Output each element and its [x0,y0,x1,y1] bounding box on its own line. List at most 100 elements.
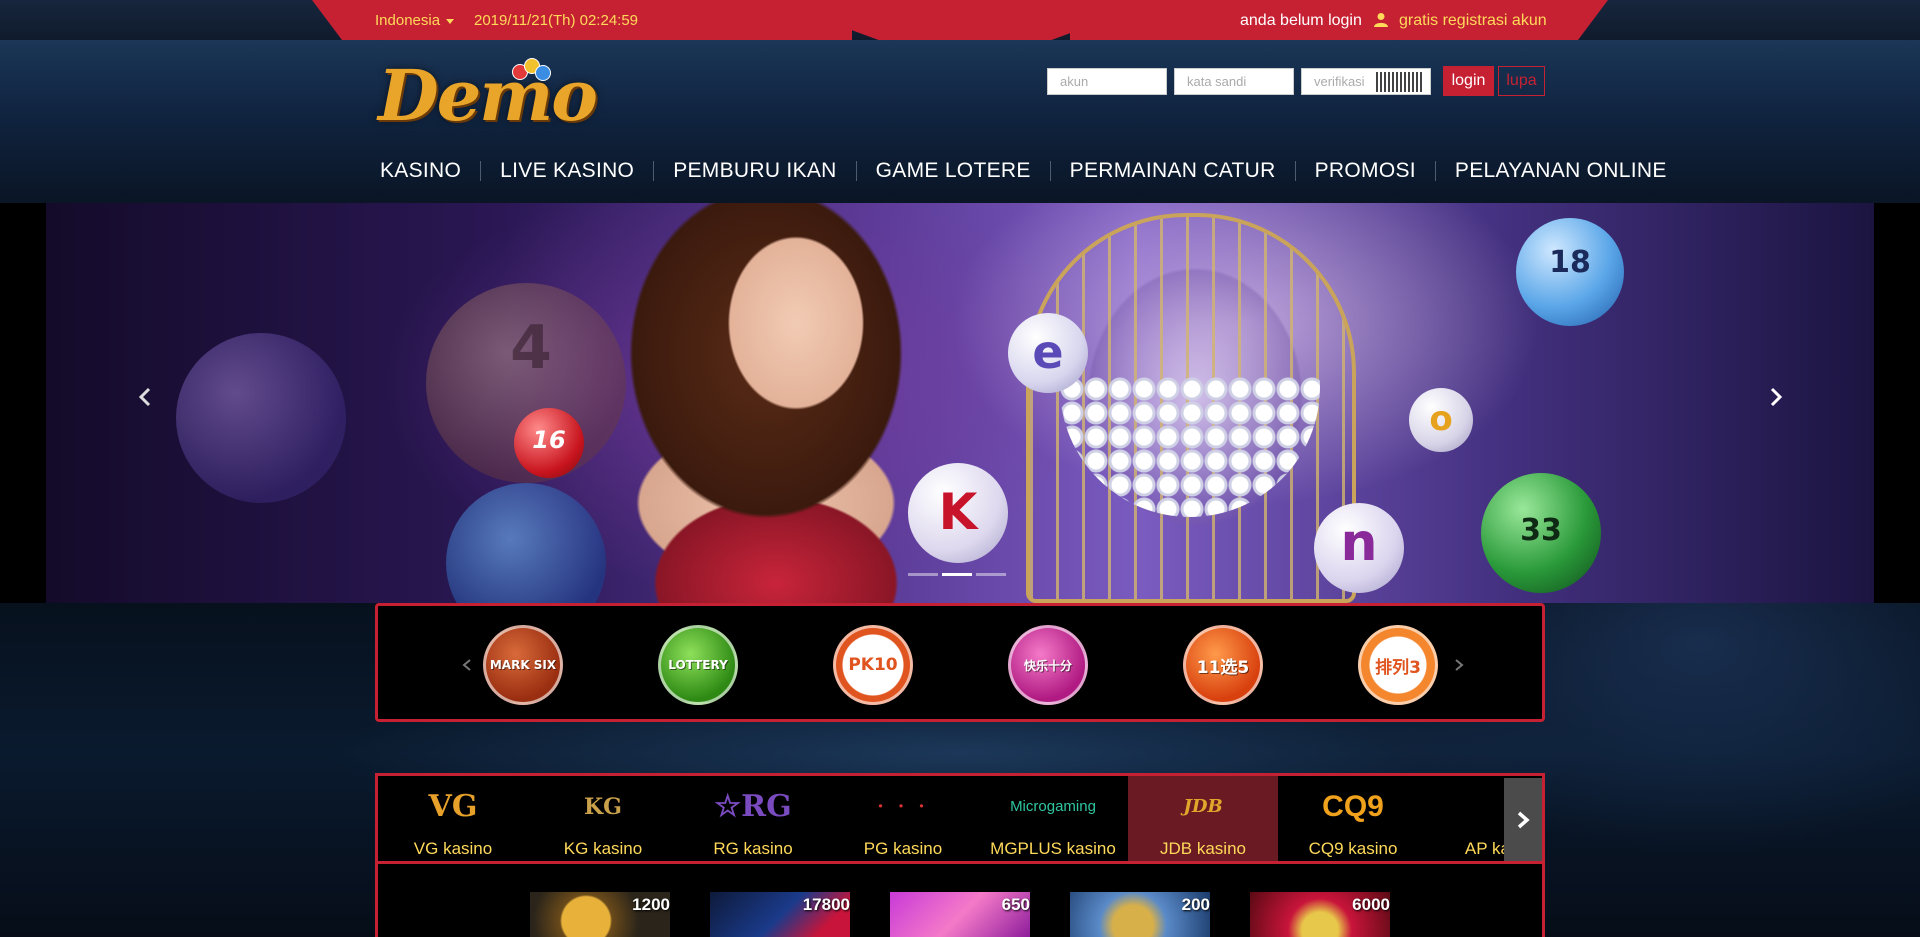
chevron-left-icon [462,659,471,671]
jackpot-value: 17800 [802,895,850,914]
datetime: 2019/11/21(Th) 02:24:59 [474,12,639,29]
login-button[interactable]: login [1443,66,1494,96]
lottery-label: LOTTERY [668,658,728,672]
ball-label: e [1032,325,1064,379]
captcha-image[interactable] [1376,72,1424,92]
microgaming-logo-icon: Microgaming [1010,798,1096,815]
password-input[interactable] [1174,68,1294,95]
jackpot-value: 1200 [632,895,670,914]
ball-label: 16 [532,426,566,454]
chevron-right-icon [1517,811,1530,828]
lottery-prev-button[interactable] [461,658,473,672]
lottery-label: 快乐十分 [1023,658,1072,673]
ball-label: o [1429,399,1453,439]
jdb-logo-icon: JDB [1183,796,1223,817]
user-icon [1374,13,1388,27]
nav-permainan-catur[interactable]: PERMAINAN CATUR [1070,159,1276,183]
nav-promosi[interactable]: PROMOSI [1315,159,1416,183]
jackpot-value: 6000 [1352,895,1390,914]
tab-mgplus-kasino[interactable]: Microgaming MGPLUS kasino [978,776,1128,861]
casino-tabs-next-button[interactable] [1504,778,1542,861]
lottery-pk10-icon[interactable]: PK10 [833,625,913,705]
kg-logo-icon: KG [584,794,622,820]
ball-label: 4 [510,313,552,383]
tab-label: KG kasino [563,839,643,858]
nav-divider [855,161,857,181]
casino-panel: VG VG kasino KG KG kasino ☆RG RG kasino … [375,773,1545,937]
lottery-ssc-icon[interactable]: LOTTERY [658,625,738,705]
rg-logo-icon: ☆RG [714,789,792,824]
tab-vg-kasino[interactable]: VG VG kasino [378,776,528,861]
nav-divider [653,161,655,181]
game-thumbnail[interactable]: 6000 [1250,892,1390,937]
lottery-label: 排列3 [1375,657,1421,678]
lottery-11x5-icon[interactable]: 11选5 [1183,625,1263,705]
ball-label: 18 [1549,245,1591,280]
lottery-mark-six-icon[interactable]: MARK SIX [483,625,563,705]
lottery-carousel: MARK SIX LOTTERY PK10 快乐十分 11选5 排列3 [375,603,1545,722]
banner-next-button[interactable] [1766,387,1786,407]
tab-pg-kasino[interactable]: · · · PG kasino [828,776,978,861]
banner-prev-button[interactable] [135,387,155,407]
banner-pagination [908,573,1006,576]
tab-cq9-kasino[interactable]: CQ9 CQ9 kasino [1278,776,1428,861]
banner-dot[interactable] [976,573,1006,576]
ball-label: K [938,483,978,541]
lottery-ball-image [176,333,346,503]
logo-ball-icon [535,65,551,81]
vg-logo-icon: VG [428,789,478,824]
account-input[interactable] [1047,68,1167,95]
top-bar: Indonesia 2019/11/21(Th) 02:24:59 anda b… [0,0,1920,72]
language-label: Indonesia [375,12,441,29]
nav-divider [480,161,482,181]
game-thumbnail[interactable]: 1200 [530,892,670,937]
ball-label: 33 [1520,513,1562,548]
game-thumbnail[interactable]: 650 [890,892,1030,937]
nav-divider [1434,161,1436,181]
cq9-logo-icon: CQ9 [1322,790,1384,823]
chevron-right-icon [1455,659,1464,671]
lottery-next-button[interactable] [1453,658,1465,672]
banner-dot[interactable] [908,573,938,576]
pg-logo-icon: · · · [877,796,929,817]
lottery-label: PK10 [848,655,898,675]
login-status: anda belum login [1240,12,1362,29]
chevron-right-icon [1770,387,1783,407]
caret-down-icon [446,18,455,24]
tab-jdb-kasino[interactable]: JDB JDB kasino [1128,776,1278,861]
banner-dot[interactable] [942,573,972,576]
nav-kasino[interactable]: KASINO [380,159,461,183]
lottery-happy-ten-icon[interactable]: 快乐十分 [1008,625,1088,705]
jackpot-value: 650 [1001,895,1030,914]
tab-label: MGPLUS kasino [990,839,1116,858]
nav-game-lotere[interactable]: GAME LOTERE [876,159,1031,183]
register-link[interactable]: gratis registrasi akun [1399,12,1547,30]
tab-kg-kasino[interactable]: KG KG kasino [528,776,678,861]
nav-divider [1294,161,1296,181]
hero-banner[interactable]: 16 e K o n 18 33 4 [46,203,1874,603]
main-nav: KASINO LIVE KASINO PEMBURU IKAN GAME LOT… [380,156,1667,186]
language-selector[interactable]: Indonesia [375,12,455,29]
nav-pemburu-ikan[interactable]: PEMBURU IKAN [673,159,836,183]
tab-rg-kasino[interactable]: ☆RG RG kasino [678,776,828,861]
site-logo[interactable]: Demo [378,56,598,136]
forgot-password-button[interactable]: lupa [1498,66,1545,96]
jackpot-value: 200 [1181,895,1210,914]
chevron-left-icon [138,387,151,407]
banner-model-image [526,203,946,603]
nav-divider [1049,161,1051,181]
casino-provider-tabs: VG VG kasino KG KG kasino ☆RG RG kasino … [378,776,1542,864]
game-thumbnail[interactable]: 17800 [710,892,850,937]
tab-label: JDB kasino [1160,839,1246,858]
nav-pelayanan-online[interactable]: PELAYANAN ONLINE [1455,159,1667,183]
nav-live-kasino[interactable]: LIVE KASINO [500,159,634,183]
tab-label: RG kasino [713,839,793,858]
tab-label: CQ9 kasino [1308,839,1398,858]
tab-label: VG kasino [413,839,493,858]
game-thumbnail[interactable]: 200 [1070,892,1210,937]
lottery-cage-image [1026,213,1356,603]
ball-label: n [1340,513,1378,573]
lottery-pailie3-icon[interactable]: 排列3 [1358,625,1438,705]
logo-text: Demo [378,54,598,137]
lottery-label: MARK SIX [489,658,557,672]
